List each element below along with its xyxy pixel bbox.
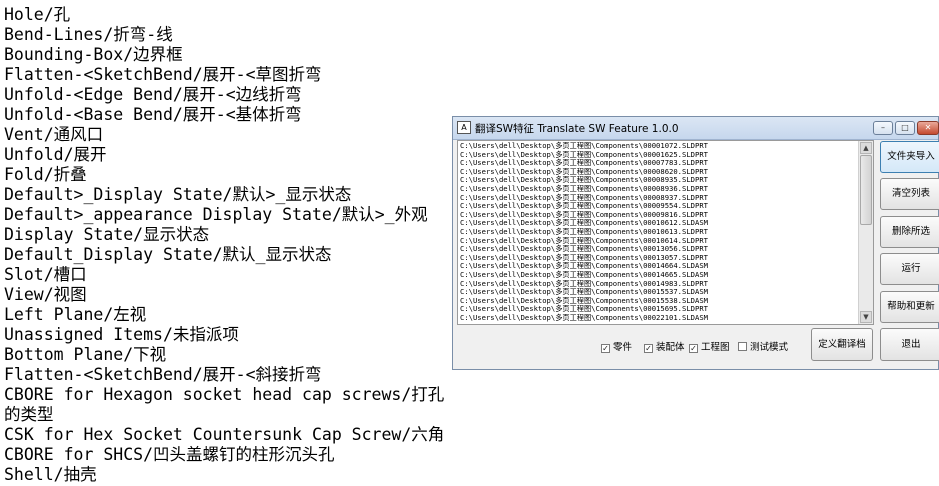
document-lines: Hole/孔 Bend-Lines/折弯-线 Bounding-Box/边界框 Fla… — [0, 0, 452, 485]
document-line: Slot/槽口 — [4, 265, 87, 284]
document-line: Shell/抽壳 — [4, 465, 97, 484]
document-line: CBORE for SHCS/凹头盖螺钉的柱形沉头孔 — [4, 445, 335, 464]
text-document-panel: Hole/孔 Bend-Lines/折弯-线 Bounding-Box/边界框 Fla… — [0, 0, 453, 486]
document-line: Bounding-Box/边界框 — [4, 45, 183, 64]
checkbox-box[interactable]: ✓ — [601, 344, 610, 353]
checkbox-label: 测试模式 — [750, 342, 789, 353]
window-title: 翻译SW特征 Translate SW Feature 1.0.0 — [475, 123, 679, 135]
document-line: Bottom Plane/下视 — [4, 345, 167, 364]
checkbox-parts[interactable]: ✓ 零件 — [601, 339, 632, 353]
document-line: Unassigned Items/未指派项 — [4, 325, 239, 344]
folder-import-button[interactable]: 文件夹导入 — [880, 141, 939, 173]
checkbox-label: 零件 — [613, 342, 633, 353]
document-line: Unfold/展开 — [4, 145, 107, 164]
checkbox-box[interactable] — [738, 342, 747, 351]
exit-button[interactable]: 退出 — [880, 328, 939, 361]
document-line: CSK for Hex Socket Countersunk Cap Screw… — [4, 425, 445, 444]
document-line: Fold/折叠 — [4, 165, 87, 184]
checkbox-test-mode[interactable]: 测试模式 — [738, 339, 788, 353]
document-line: View/视图 — [4, 285, 87, 304]
document-line: Hole/孔 — [4, 5, 71, 24]
minimize-button[interactable]: – — [873, 121, 893, 135]
document-line: Left Plane/左视 — [4, 305, 147, 324]
maximize-button[interactable]: □ — [895, 121, 915, 135]
translate-sw-window: A 翻译SW特征 Translate SW Feature 1.0.0 – □ … — [452, 116, 939, 370]
document-line: Default>_Display State/默认>_显示状态 — [4, 185, 352, 204]
checkbox-box[interactable]: ✓ — [644, 344, 653, 353]
document-line: Default>_appearance Display State/默认>_外观 — [4, 205, 428, 224]
document-line: Flatten-<SketchBend/展开-<斜接折弯 — [4, 365, 322, 384]
window-titlebar[interactable]: A 翻译SW特征 Translate SW Feature 1.0.0 – □ … — [453, 117, 939, 140]
document-line: Flatten-<SketchBend/展开-<草图折弯 — [4, 65, 322, 84]
checkbox-box[interactable]: ✓ — [689, 344, 698, 353]
close-button[interactable]: ✕ — [917, 121, 939, 135]
checkbox-assembly[interactable]: ✓ 装配体 — [644, 339, 685, 353]
document-line: Vent/通风口 — [4, 125, 104, 144]
file-list-item[interactable]: C:\Users\dell\Desktop\多页工程图\Components\0… — [458, 313, 873, 323]
scroll-down-arrow-icon[interactable]: ▼ — [860, 311, 872, 323]
file-list-rows: C:\Users\dell\Desktop\多页工程图\Components\0… — [458, 141, 873, 322]
document-line: Default_Display State/默认_显示状态 — [4, 245, 332, 264]
document-line: Display State/显示状态 — [4, 225, 210, 244]
delete-selected-button[interactable]: 删除所选 — [880, 216, 939, 248]
checkbox-drawing[interactable]: ✓ 工程图 — [689, 339, 730, 353]
run-button[interactable]: 运行 — [880, 253, 939, 285]
app-icon: A — [457, 121, 471, 134]
scroll-thumb[interactable] — [860, 155, 872, 225]
document-line: CBORE for Hexagon socket head cap screws… — [4, 385, 445, 404]
document-line: 的类型 — [4, 405, 54, 424]
document-line: Unfold-<Base Bend/展开-<基体折弯 — [4, 105, 302, 124]
help-update-button[interactable]: 帮助和更新 — [880, 291, 939, 323]
document-line: Bend-Lines/折弯-线 — [4, 25, 173, 44]
custom-translation-button[interactable]: 定义翻译档 — [811, 328, 873, 361]
checkbox-label: 工程图 — [701, 342, 730, 353]
file-list[interactable]: C:\Users\dell\Desktop\多页工程图\Components\0… — [457, 140, 874, 325]
file-list-scrollbar[interactable]: ▲ ▼ — [858, 141, 873, 324]
clear-list-button[interactable]: 清空列表 — [880, 178, 939, 210]
document-line: Unfold-<Edge Bend/展开-<边线折弯 — [4, 85, 302, 104]
scroll-up-arrow-icon[interactable]: ▲ — [860, 142, 872, 154]
checkbox-label: 装配体 — [656, 342, 685, 353]
